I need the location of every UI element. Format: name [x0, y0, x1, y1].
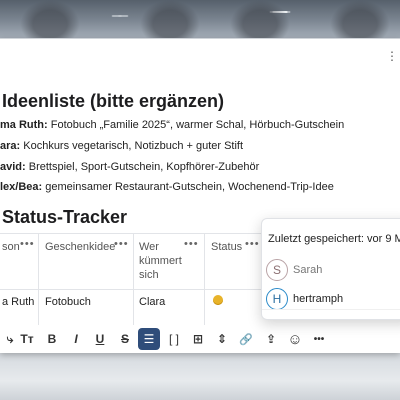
italic-icon[interactable]: I: [66, 329, 86, 349]
cell-person[interactable]: a Ruth: [2, 296, 34, 308]
bold-icon[interactable]: B: [42, 329, 62, 349]
column-header-owner-line[interactable]: Wer: [139, 241, 159, 253]
expand-icon[interactable]: ⇕: [212, 329, 232, 349]
cell-idea[interactable]: Fotobuch: [45, 296, 91, 308]
text-size-icon[interactable]: Tт: [17, 329, 37, 349]
idea-text: Brettspiel, Sport-Gutschein, Kopfhörer-Z…: [25, 161, 260, 173]
divider: [262, 309, 400, 310]
link-icon[interactable]: 🔗: [236, 329, 256, 349]
column-menu-icon[interactable]: •••: [184, 238, 199, 250]
collaborator-row[interactable]: S Sarah: [266, 257, 322, 283]
column-header-person[interactable]: son: [2, 241, 20, 253]
avatar: H: [266, 288, 288, 310]
ideas-heading: Ideenliste (bitte ergänzen): [2, 91, 225, 111]
background-snow: [0, 352, 400, 400]
idea-line: lex/Bea: gemeinsamer Restaurant-Gutschei…: [0, 181, 334, 193]
column-header-owner-line[interactable]: kümmert: [139, 255, 182, 267]
upload-icon[interactable]: ⇪: [261, 329, 281, 349]
format-toolbar: ⤷ Tт B I U S ☰ [ ] ⊞ ⇕ 🔗 ⇪ ☺ •••: [0, 325, 400, 353]
last-saved-text: Zuletzt gespeichert: vor 9 Min: [268, 233, 400, 245]
status-heading: Status-Tracker: [2, 207, 128, 227]
background-winter-trees: [0, 0, 400, 40]
bullet-list-icon[interactable]: ☰: [138, 328, 160, 350]
cell-owner[interactable]: Clara: [139, 296, 165, 308]
save-status-popover: Zuletzt gespeichert: vor 9 Min S Sarah H…: [261, 218, 400, 320]
column-header-status[interactable]: Status: [211, 241, 242, 253]
collaborator-name: Sarah: [293, 264, 323, 276]
strikethrough-icon[interactable]: S: [115, 329, 135, 349]
column-header-idea[interactable]: Geschenkidee: [45, 241, 115, 253]
column-menu-icon[interactable]: •••: [245, 238, 260, 250]
column-menu-icon[interactable]: •••: [20, 238, 35, 250]
table-icon[interactable]: ⊞: [188, 329, 208, 349]
emoji-icon[interactable]: ☺: [285, 329, 305, 349]
more-menu-icon[interactable]: ⋮: [386, 49, 398, 63]
avatar: S: [266, 259, 288, 281]
column-menu-icon[interactable]: •••: [114, 238, 129, 250]
collaborator-name: hertramph: [293, 293, 344, 305]
column-header-owner-line[interactable]: sich: [139, 269, 159, 281]
idea-person: avid:: [0, 161, 26, 173]
idea-person: ma Ruth:: [0, 119, 48, 131]
idea-person: lex/Bea:: [0, 181, 43, 193]
idea-line: ma Ruth: Fotobuch „Familie 2025“, warmer…: [0, 119, 344, 131]
status-indicator-icon[interactable]: [213, 295, 223, 305]
idea-person: ara:: [0, 140, 21, 152]
idea-line: avid: Brettspiel, Sport-Gutschein, Kopfh…: [0, 161, 259, 173]
underline-icon[interactable]: U: [90, 329, 110, 349]
idea-text: Kochkurs vegetarisch, Notizbuch + guter …: [20, 140, 244, 152]
idea-text: Fotobuch „Familie 2025“, warmer Schal, H…: [47, 119, 345, 131]
idea-text: gemeinsamer Restaurant-Gutschein, Wochen…: [42, 181, 334, 193]
more-icon[interactable]: •••: [309, 329, 329, 349]
bracket-icon[interactable]: [ ]: [164, 329, 184, 349]
idea-line: ara: Kochkurs vegetarisch, Notizbuch + g…: [0, 140, 243, 152]
